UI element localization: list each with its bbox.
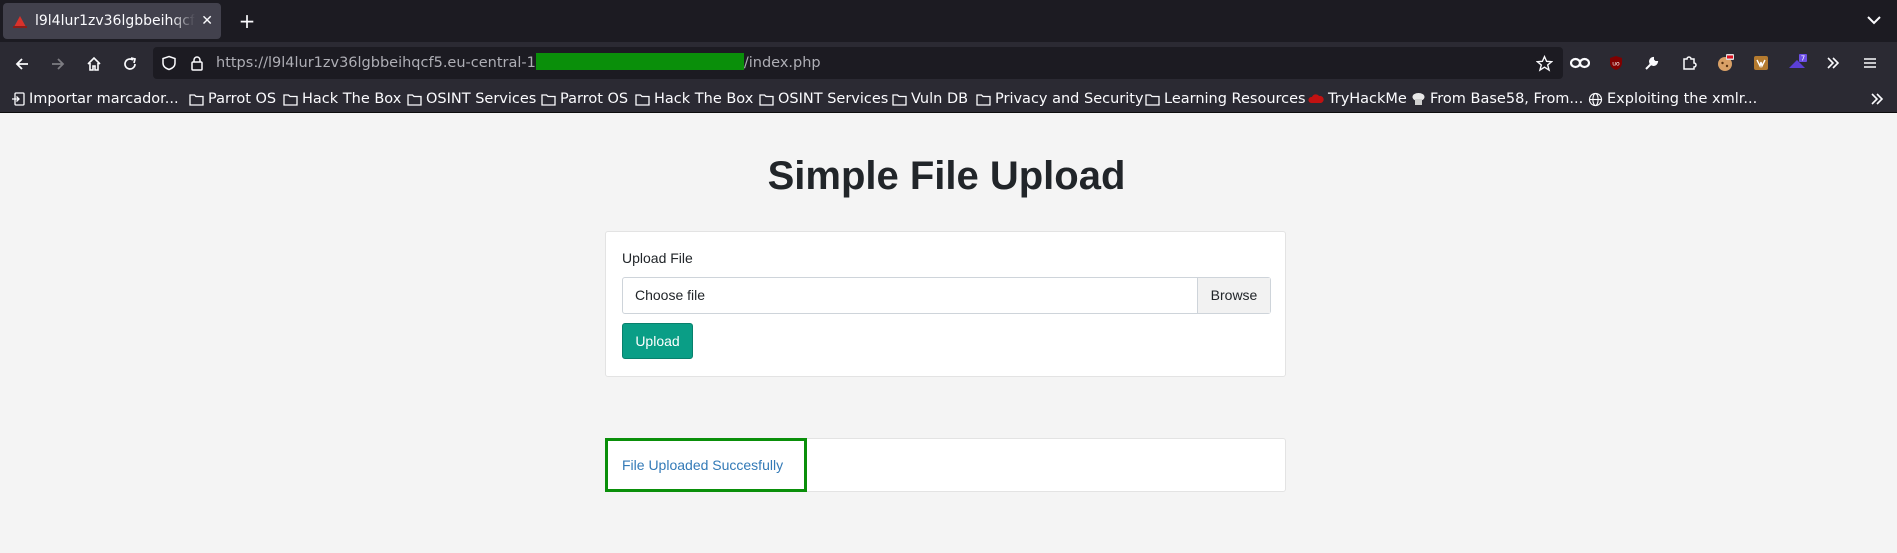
bookmark-label: Importar marcador... — [29, 91, 179, 107]
bookmark-folder-parrot-os-2[interactable]: Parrot OS — [541, 89, 628, 109]
bookmark-label: From Base58, From... — [1430, 91, 1584, 107]
tab-title: l9l4lur1zv36lgbbeihqcf5.eu-central-1 — [35, 13, 195, 29]
private-mask-icon[interactable] — [1568, 51, 1592, 75]
globe-icon — [1588, 92, 1603, 106]
folder-icon — [541, 93, 556, 106]
bookmark-label: Exploiting the xmlr... — [1607, 91, 1758, 107]
cyberchef-icon — [1412, 92, 1425, 105]
folder-icon — [892, 93, 907, 106]
url-bar[interactable]: https://l9l4lur1zv36lgbbeihqcf5.eu-centr… — [153, 47, 1563, 79]
bookmark-folder-osint-services-2[interactable]: OSINT Services — [759, 89, 888, 109]
url-text[interactable]: https://l9l4lur1zv36lgbbeihqcf5.eu-centr… — [216, 47, 821, 79]
cookie-extension-icon[interactable] — [1713, 51, 1737, 75]
hamburger-menu-icon[interactable] — [1858, 51, 1882, 75]
file-input[interactable]: Choose file Browse — [622, 277, 1271, 314]
new-tab-icon[interactable]: + — [233, 7, 261, 35]
bookmark-label: Privacy and Security — [995, 91, 1144, 107]
bookmark-label: Hack The Box — [302, 91, 402, 107]
reload-icon[interactable] — [116, 50, 144, 78]
url-prefix: https://l9l4lur1zv36lgbbeihqcf5.eu-centr… — [216, 55, 536, 71]
home-icon[interactable] — [80, 50, 108, 78]
navigation-toolbar: https://l9l4lur1zv36lgbbeihqcf5.eu-centr… — [0, 42, 1897, 84]
folder-icon — [189, 93, 204, 106]
extension-badge-count: 7 — [1801, 55, 1805, 63]
bookmark-import[interactable]: Importar marcador... — [11, 89, 179, 109]
wrench-icon[interactable] — [1640, 51, 1664, 75]
tab-strip: l9l4lur1zv36lgbbeihqcf5.eu-central-1 ✕ + — [0, 0, 1897, 42]
tracking-protection-shield-icon[interactable] — [161, 55, 177, 71]
extensions-puzzle-icon[interactable] — [1677, 51, 1701, 75]
folder-icon — [283, 93, 298, 106]
folder-icon — [407, 93, 422, 106]
bookmark-label: OSINT Services — [426, 91, 537, 107]
lock-icon[interactable] — [189, 55, 205, 71]
bookmark-label: Hack The Box — [654, 91, 754, 107]
folder-icon — [635, 93, 650, 106]
forward-arrow-icon[interactable] — [44, 50, 72, 78]
site-favicon-icon — [13, 16, 27, 28]
bookmark-tryhackme[interactable]: TryHackMe — [1308, 89, 1407, 109]
bookmark-label: Parrot OS — [560, 91, 629, 107]
bookmark-label: OSINT Services — [778, 91, 889, 107]
page-title: Simple File Upload — [767, 154, 1126, 198]
upload-success-message: File Uploaded Succesfully — [622, 457, 784, 473]
foxyproxy-icon[interactable]: 7 — [1785, 51, 1809, 75]
redaction-block — [535, 53, 744, 70]
bookmark-folder-privacy-and-security[interactable]: Privacy and Security — [976, 89, 1144, 109]
bookmark-label: Parrot OS — [208, 91, 277, 107]
bookmarks-overflow-chevrons-icon[interactable] — [1869, 91, 1885, 107]
browse-button[interactable]: Browse — [1197, 278, 1270, 313]
upload-button[interactable]: Upload — [622, 323, 693, 359]
bookmark-label: Vuln DB — [911, 91, 969, 107]
bookmarks-toolbar: Importar marcador... Parrot OS Hack The … — [0, 84, 1897, 113]
bookmark-cyberchef[interactable]: From Base58, From... — [1411, 89, 1583, 109]
folder-icon — [759, 93, 774, 106]
folder-icon — [976, 93, 991, 106]
overflow-chevrons-icon[interactable] — [1821, 51, 1845, 75]
url-path: /index.php — [743, 55, 821, 71]
active-tab[interactable]: l9l4lur1zv36lgbbeihqcf5.eu-central-1 ✕ — [3, 3, 221, 39]
svg-text:uo: uo — [1612, 61, 1620, 68]
bookmark-folder-learning-resources[interactable]: Learning Resources — [1145, 89, 1306, 109]
bookmark-folder-parrot-os[interactable]: Parrot OS — [189, 89, 276, 109]
tryhackme-icon — [1308, 94, 1324, 103]
folder-icon — [1145, 93, 1160, 106]
tab-close-icon[interactable]: ✕ — [201, 13, 213, 29]
wappalyzer-icon[interactable] — [1749, 51, 1773, 75]
bookmark-folder-hack-the-box-2[interactable]: Hack The Box — [635, 89, 753, 109]
bookmark-exploiting-xmlrpc[interactable]: Exploiting the xmlr... — [1588, 89, 1757, 109]
bookmark-label: TryHackMe — [1328, 91, 1407, 107]
back-arrow-icon[interactable] — [8, 50, 36, 78]
bookmark-folder-vuln-db[interactable]: Vuln DB — [892, 89, 968, 109]
tab-list-chevron-down-icon[interactable] — [1865, 11, 1883, 29]
ublock-origin-icon[interactable]: uo — [1604, 51, 1628, 75]
bookmark-star-icon[interactable] — [1536, 55, 1553, 72]
bookmark-label: Learning Resources — [1164, 91, 1306, 107]
bookmark-folder-hack-the-box[interactable]: Hack The Box — [283, 89, 401, 109]
import-icon — [12, 92, 25, 106]
upload-file-label: Upload File — [622, 250, 693, 266]
bookmark-folder-osint-services[interactable]: OSINT Services — [407, 89, 536, 109]
file-input-placeholder: Choose file — [635, 287, 706, 303]
